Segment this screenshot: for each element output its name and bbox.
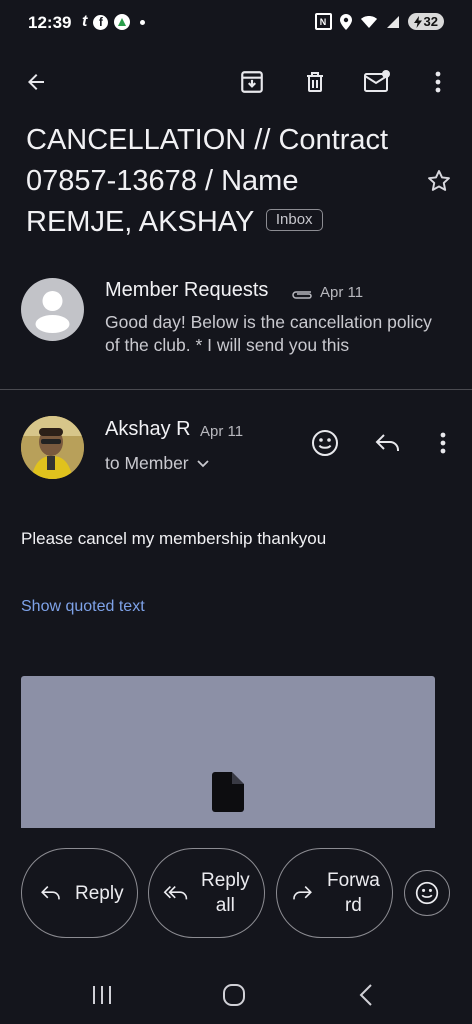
- chevron-down-icon: [197, 459, 209, 467]
- top-app-bar: [0, 48, 472, 124]
- recipients-text: to Member: [105, 453, 189, 473]
- recent-apps-button[interactable]: [80, 975, 124, 1015]
- reply-all-button[interactable]: Reply all: [148, 848, 265, 938]
- status-time: 12:39: [28, 13, 72, 32]
- more-dot-icon: [140, 19, 146, 25]
- file-icon: [212, 772, 244, 812]
- reply-all-label-line2: all: [215, 895, 235, 916]
- avatar: [21, 278, 84, 341]
- message-snippet: Good day! Below is the cancellation poli…: [105, 312, 432, 355]
- location-icon: [339, 13, 352, 30]
- reply-button[interactable]: Reply: [21, 848, 138, 938]
- status-system-icons: N 32: [314, 13, 444, 30]
- back-button[interactable]: [16, 62, 56, 102]
- charging-bolt-icon: [413, 15, 422, 28]
- emoji-icon: [312, 430, 338, 456]
- reply-all-icon: [163, 886, 188, 900]
- attachment-icon: [289, 287, 315, 305]
- archive-icon: [241, 71, 263, 93]
- home-button[interactable]: [212, 975, 256, 1015]
- app-notification-icon: [114, 14, 131, 30]
- inbox-label-chip[interactable]: Inbox: [265, 209, 323, 232]
- battery-level: 32: [423, 14, 438, 29]
- forward-icon: [293, 886, 312, 900]
- forward-button[interactable]: Forwa rd: [276, 848, 393, 938]
- sender-name: Member Requests: [105, 279, 269, 301]
- show-quoted-text-link[interactable]: Show quoted text: [21, 598, 145, 616]
- back-nav-button[interactable]: [344, 975, 388, 1015]
- attachment-preview[interactable]: [21, 676, 435, 828]
- emoji-icon: [415, 881, 439, 905]
- signal-icon: [386, 15, 399, 28]
- nfc-icon: N: [314, 13, 332, 30]
- emoji-reaction-button[interactable]: [404, 870, 450, 916]
- forward-label: Forwa rd: [327, 868, 380, 918]
- archive-button[interactable]: [232, 62, 272, 102]
- star-button[interactable]: [426, 168, 452, 199]
- more-vert-icon: [440, 432, 446, 454]
- chevron-left-icon: [359, 984, 372, 1006]
- message-more-button[interactable]: [423, 423, 463, 463]
- avatar[interactable]: [21, 416, 84, 479]
- home-icon: [223, 984, 245, 1006]
- reply-icon: [41, 886, 60, 900]
- forward-label-line1: Forwa: [327, 870, 380, 891]
- forward-label-line2: rd: [344, 895, 362, 916]
- message-date: Apr 11: [320, 284, 364, 301]
- divider: [0, 389, 472, 390]
- star-outline-icon: [428, 170, 450, 191]
- system-navigation-bar: [0, 965, 472, 1024]
- profile-photo: [21, 416, 84, 479]
- wifi-icon: [360, 15, 377, 28]
- subject-text: CANCELLATION // Contract 07857-13678 / N…: [26, 124, 389, 238]
- react-emoji-button[interactable]: [305, 423, 345, 463]
- facebook-icon: f: [93, 14, 109, 30]
- delete-button[interactable]: [295, 62, 335, 102]
- recent-apps-icon: [93, 986, 111, 1004]
- sender-name: Akshay R: [105, 418, 191, 440]
- reply-label: Reply: [75, 882, 124, 904]
- mail-unread-icon: [364, 70, 390, 92]
- message-date: Apr 11: [200, 423, 244, 440]
- battery-indicator: 32: [407, 13, 444, 30]
- reply-icon: [375, 434, 399, 451]
- status-notification-icons: t f: [82, 13, 146, 31]
- reply-all-label-line1: Reply: [201, 870, 250, 891]
- trash-icon: [307, 72, 323, 92]
- person-icon: [35, 291, 70, 333]
- message-body: Please cancel my membership thankyou: [21, 529, 327, 548]
- more-vert-icon: [435, 71, 441, 93]
- reply-icon-button[interactable]: [368, 423, 408, 463]
- reply-all-label: Reply all: [201, 868, 250, 918]
- email-subject: CANCELLATION // Contract 07857-13678 / N…: [26, 120, 406, 243]
- tapatalk-icon: t: [82, 13, 88, 30]
- status-bar: 12:39 t f N 32: [0, 0, 472, 48]
- message-actions: Reply Reply all Forwa rd: [0, 848, 472, 942]
- more-options-button[interactable]: [418, 62, 458, 102]
- arrow-back-icon: [28, 74, 44, 90]
- recipients-toggle[interactable]: to Member: [105, 453, 209, 474]
- mark-unread-button[interactable]: [357, 62, 397, 102]
